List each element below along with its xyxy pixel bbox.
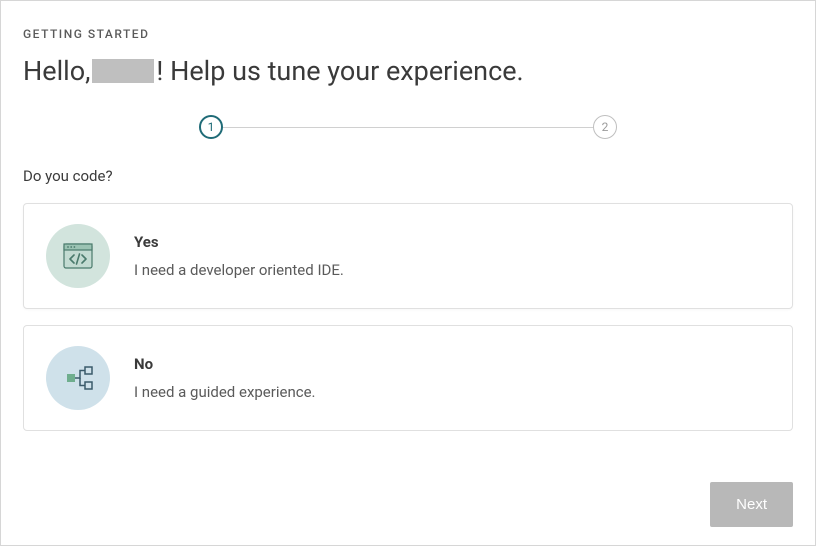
greeting-suffix: ! Help us tune your experience. <box>156 55 523 87</box>
eyebrow-label: GETTING STARTED <box>23 27 793 41</box>
option-no[interactable]: No I need a guided experience. <box>23 325 793 431</box>
step-2: 2 <box>593 115 617 139</box>
user-name-placeholder <box>92 59 154 83</box>
guided-icon <box>46 346 110 410</box>
option-yes[interactable]: Yes I need a developer oriented IDE. <box>23 203 793 309</box>
next-button[interactable]: Next <box>710 482 793 527</box>
question-label: Do you code? <box>23 167 793 185</box>
page-heading: Hello, ! Help us tune your experience. <box>23 55 793 87</box>
footer: Next <box>710 482 793 527</box>
step-1: 1 <box>199 115 223 139</box>
stepper: 1 2 <box>23 115 793 139</box>
step-connector <box>223 127 593 128</box>
option-no-subtitle: I need a guided experience. <box>134 383 770 401</box>
greeting-prefix: Hello, <box>23 55 90 87</box>
option-yes-title: Yes <box>134 233 770 251</box>
code-icon <box>46 224 110 288</box>
option-yes-subtitle: I need a developer oriented IDE. <box>134 261 770 279</box>
option-no-title: No <box>134 355 770 373</box>
